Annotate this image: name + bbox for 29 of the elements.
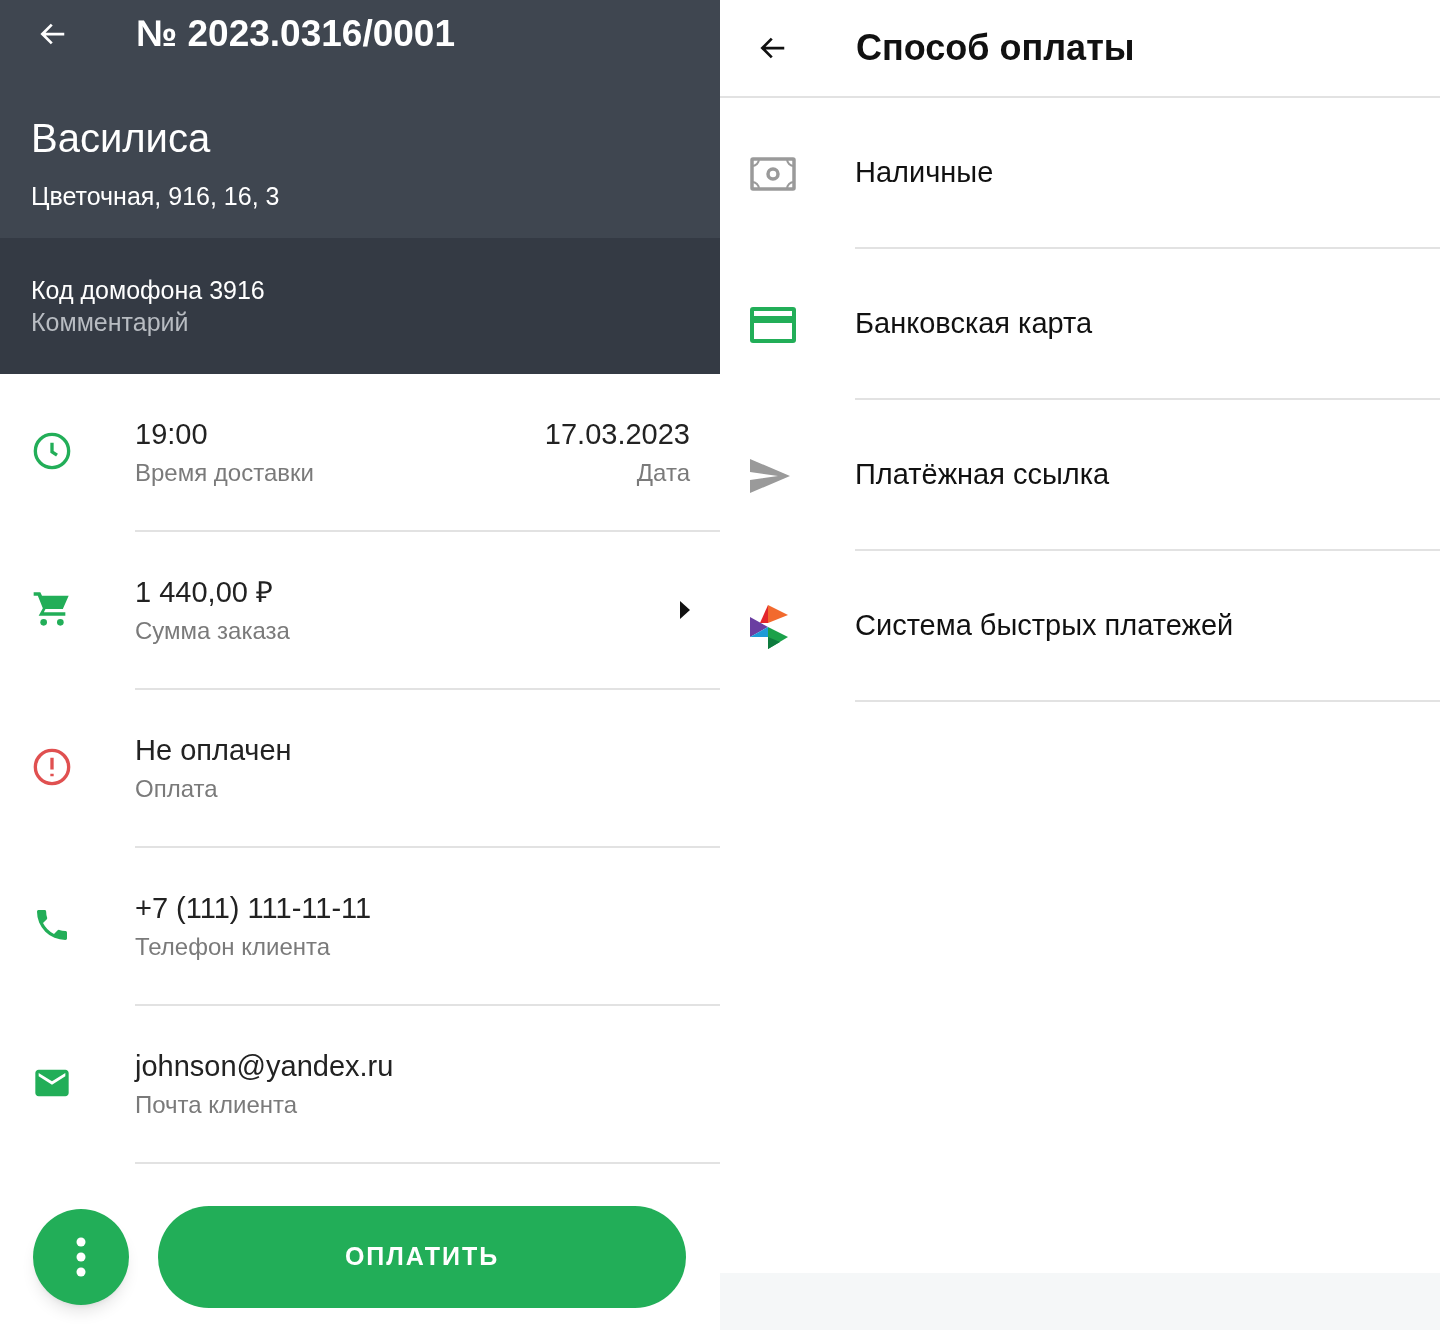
comment-label: Комментарий [31, 307, 190, 338]
customer-address: Цветочная, 916, 16, 3 [31, 184, 281, 209]
intercom-code: Код домофона 3916 [31, 275, 266, 306]
credit-card-icon [750, 306, 796, 343]
order-number: № 2023.0316/0001 [136, 12, 456, 57]
payment-status: Не оплачен [135, 733, 293, 768]
row-label: Дата [636, 458, 690, 488]
banknote-icon [750, 156, 796, 191]
row-value: 17.03.2023 [544, 417, 690, 452]
customer-name: Василиса [31, 118, 212, 158]
row-value: +7 (111) 111-11-11 [135, 891, 373, 926]
chevron-right-icon[interactable] [680, 601, 690, 619]
sheet-title: Способ оплаты [856, 26, 1135, 70]
payment-method-item[interactable]: Система быстрых платежей [855, 603, 1234, 648]
send-icon [750, 458, 790, 493]
sbp-logo-icon [750, 604, 788, 649]
row-label: Оплата [135, 774, 219, 804]
row-value: johnson@yandex.ru [135, 1049, 395, 1084]
row-value: 19:00 [135, 417, 209, 452]
row-label: Телефон клиента [135, 932, 332, 962]
clock-icon [32, 431, 72, 471]
row-label: Почта клиента [135, 1090, 299, 1120]
more-vertical-icon [76, 1237, 86, 1277]
payment-method-item[interactable]: Наличные [855, 150, 994, 195]
payment-method-item[interactable]: Банковская карта [855, 301, 1093, 346]
payment-method-item[interactable]: Платёжная ссылка [855, 452, 1110, 497]
row-label: Сумма заказа [135, 616, 291, 646]
row-label: Время доставки [135, 458, 315, 488]
row-value: 1 440,00 ₽ [135, 575, 274, 610]
